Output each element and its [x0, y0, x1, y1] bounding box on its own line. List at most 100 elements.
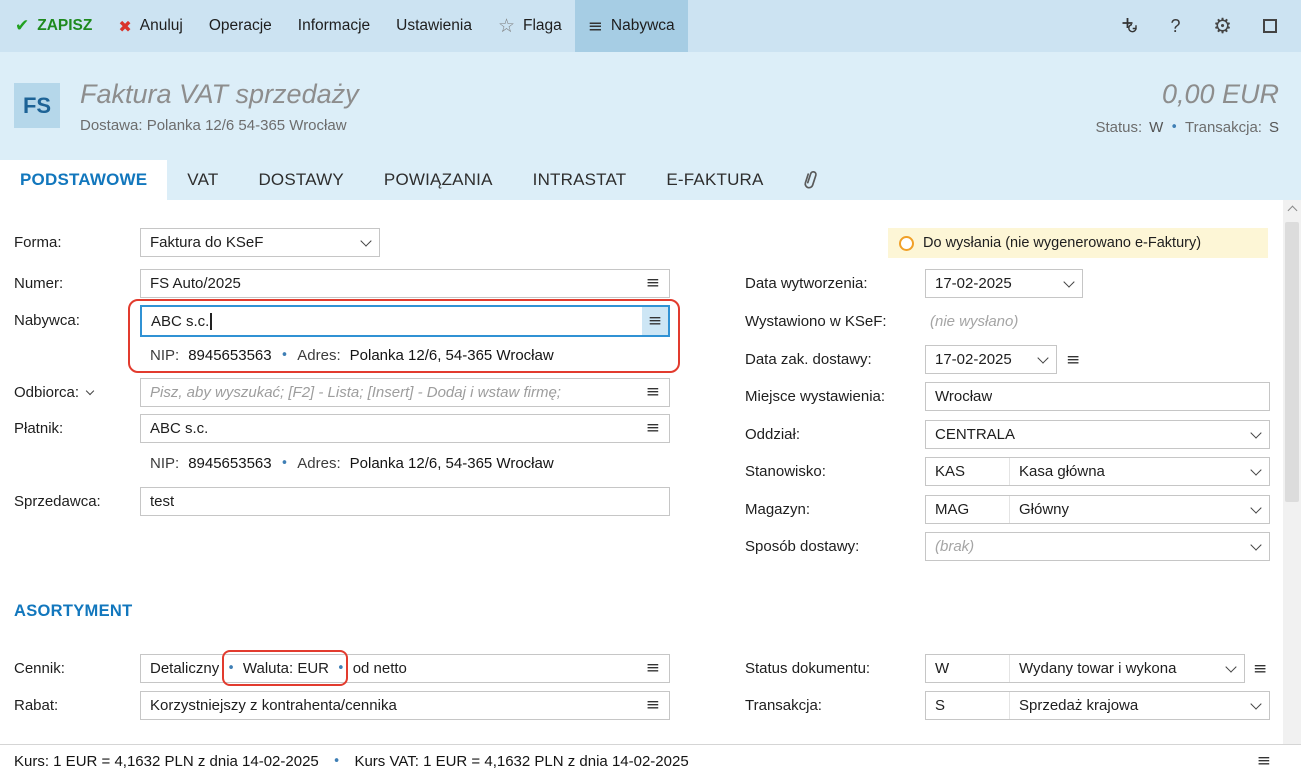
- nabywca-details: NIP: 8945653563 • Adres: Polanka 12/6, 5…: [150, 344, 554, 366]
- tab-podstawowe[interactable]: PODSTAWOWE: [0, 160, 167, 200]
- operations-menu[interactable]: Operacje: [196, 0, 285, 52]
- chevron-down-icon: [1063, 276, 1074, 287]
- invoice-window: ✔ ZAPISZ ✖ Anuluj Operacje Informacje Us…: [0, 0, 1301, 778]
- bullet-separator: •: [281, 456, 289, 471]
- buyer-label: Nabywca: [611, 17, 675, 35]
- x-icon: ✖: [118, 17, 131, 36]
- nabywca-input[interactable]: ABC s.c. ≡: [140, 305, 670, 337]
- cancel-button[interactable]: ✖ Anuluj: [105, 0, 196, 52]
- oddzial-select[interactable]: CENTRALA: [925, 420, 1270, 449]
- odbiorca-input[interactable]: Pisz, aby wyszukać; [F2] - Lista; [Inser…: [140, 378, 670, 407]
- forma-label: Forma:: [14, 228, 62, 257]
- maximize-icon: [1263, 19, 1277, 33]
- odbiorca-type-select[interactable]: Odbiorca:: [14, 378, 93, 407]
- attachments-button[interactable]: [784, 160, 836, 200]
- oddzial-value: CENTRALA: [935, 426, 1015, 443]
- numer-value: FS Auto/2025: [150, 275, 241, 292]
- status-label: Status:: [1095, 119, 1142, 136]
- tab-label: PODSTAWOWE: [20, 170, 147, 190]
- new-window-button[interactable]: [1105, 0, 1152, 52]
- delivery-address: Dostawa: Polanka 12/6 54-365 Wrocław: [80, 117, 347, 134]
- status-dokumentu-select[interactable]: W Wydany towar i wykona: [925, 654, 1245, 683]
- data-zak-select[interactable]: 17-02-2025: [925, 345, 1057, 374]
- tab-powiazania[interactable]: POWIĄZANIA: [364, 160, 513, 200]
- transakcja-code: S: [926, 692, 1010, 719]
- cancel-label: Anuluj: [140, 17, 183, 35]
- data-wytworzenia-label: Data wytworzenia:: [745, 269, 868, 298]
- adres-value: Polanka 12/6, 54-365 Wrocław: [350, 347, 554, 364]
- information-menu[interactable]: Informacje: [285, 0, 383, 52]
- menu-icon[interactable]: ≡: [646, 384, 660, 401]
- transakcja-select[interactable]: S Sprzedaż krajowa: [925, 691, 1270, 720]
- tab-intrastat[interactable]: INTRASTAT: [513, 160, 647, 200]
- cennik-pricelist: Detaliczny: [150, 660, 219, 677]
- transakcja-label: Transakcja:: [745, 691, 822, 720]
- sposob-value: (brak): [935, 538, 974, 555]
- chevron-down-icon: [1250, 427, 1261, 438]
- exchange-rate-bar[interactable]: Kurs: 1 EUR = 4,1632 PLN z dnia 14-02-20…: [0, 744, 1301, 778]
- nip-label: NIP:: [150, 455, 179, 472]
- miejsce-input[interactable]: Wrocław: [925, 382, 1270, 411]
- stanowisko-value: Kasa główna: [1010, 463, 1252, 480]
- bullet-separator: •: [227, 661, 235, 676]
- maximize-button[interactable]: [1246, 0, 1293, 52]
- cennik-currency: Waluta: EUR: [243, 660, 329, 677]
- oddzial-label: Oddział:: [745, 420, 800, 449]
- forma-select[interactable]: Faktura do KSeF: [140, 228, 380, 257]
- menu-icon[interactable]: ≡: [1253, 654, 1267, 683]
- cennik-field[interactable]: Detaliczny • Waluta: EUR • od netto ≡: [140, 654, 670, 683]
- menu-icon[interactable]: ≡: [646, 660, 660, 677]
- miejsce-label: Miejsce wystawienia:: [745, 382, 885, 411]
- tab-label: INTRASTAT: [533, 170, 627, 190]
- scroll-up-button[interactable]: [1283, 200, 1301, 218]
- menu-icon[interactable]: ≡: [642, 307, 668, 335]
- kurs-text: Kurs: 1 EUR = 4,1632 PLN z dnia 14-02-20…: [14, 753, 319, 770]
- menu-icon[interactable]: ≡: [1066, 345, 1080, 374]
- numer-label: Numer:: [14, 269, 63, 298]
- tab-dostawy[interactable]: DOSTAWY: [238, 160, 363, 200]
- settings-menu[interactable]: Ustawienia: [383, 0, 485, 52]
- help-icon: ?: [1170, 16, 1180, 37]
- nip-label: NIP:: [150, 347, 179, 364]
- menu-icon[interactable]: ≡: [646, 275, 660, 292]
- chevron-down-icon: [360, 235, 371, 246]
- star-icon: ☆: [498, 15, 515, 37]
- check-icon: ✔: [15, 16, 29, 36]
- data-wytworzenia-select[interactable]: 17-02-2025: [925, 269, 1083, 298]
- numer-input[interactable]: FS Auto/2025 ≡: [140, 269, 670, 298]
- menu-icon[interactable]: ≡: [646, 420, 660, 437]
- platnik-label: Płatnik:: [14, 414, 63, 443]
- menu-icon[interactable]: ≡: [646, 697, 660, 714]
- buyer-menu[interactable]: ≡ Nabywca: [575, 0, 688, 52]
- paperclip-icon: [796, 165, 822, 194]
- tab-efaktura[interactable]: E-FAKTURA: [646, 160, 783, 200]
- stanowisko-select[interactable]: KAS Kasa główna: [925, 457, 1270, 486]
- bullet-separator: •: [281, 348, 289, 363]
- settings-label: Ustawienia: [396, 17, 472, 35]
- sprzedawca-input[interactable]: test: [140, 487, 670, 516]
- chevron-up-icon: [1287, 206, 1297, 216]
- help-button[interactable]: ?: [1152, 0, 1199, 52]
- odbiorca-label: Odbiorca:: [14, 384, 79, 401]
- data-zak-label: Data zak. dostawy:: [745, 345, 872, 374]
- document-amount: 0,00 EUR: [1162, 79, 1279, 110]
- stanowisko-label: Stanowisko:: [745, 457, 826, 486]
- magazyn-select[interactable]: MAG Główny: [925, 495, 1270, 524]
- sposob-select[interactable]: (brak): [925, 532, 1270, 561]
- status-value: W: [1149, 119, 1163, 136]
- tab-vat[interactable]: VAT: [167, 160, 238, 200]
- menu-icon[interactable]: ≡: [1257, 753, 1271, 770]
- rabat-field[interactable]: Korzystniejszy z kontrahenta/cennika ≡: [140, 691, 670, 720]
- ksef-label: Wystawiono w KSeF:: [745, 307, 887, 336]
- asortyment-heading: ASORTYMENT: [14, 602, 133, 621]
- settings-gear-button[interactable]: ⚙: [1199, 0, 1246, 52]
- platnik-input[interactable]: ABC s.c. ≡: [140, 414, 670, 443]
- information-label: Informacje: [298, 17, 370, 35]
- toolbar: ✔ ZAPISZ ✖ Anuluj Operacje Informacje Us…: [0, 0, 1301, 52]
- vertical-scrollbar[interactable]: [1283, 200, 1301, 744]
- scrollbar-thumb[interactable]: [1285, 222, 1299, 502]
- flag-button[interactable]: ☆ Flaga: [485, 0, 575, 52]
- gear-icon: ⚙: [1213, 14, 1232, 38]
- save-button[interactable]: ✔ ZAPISZ: [0, 0, 105, 52]
- sprzedawca-label: Sprzedawca:: [14, 487, 101, 516]
